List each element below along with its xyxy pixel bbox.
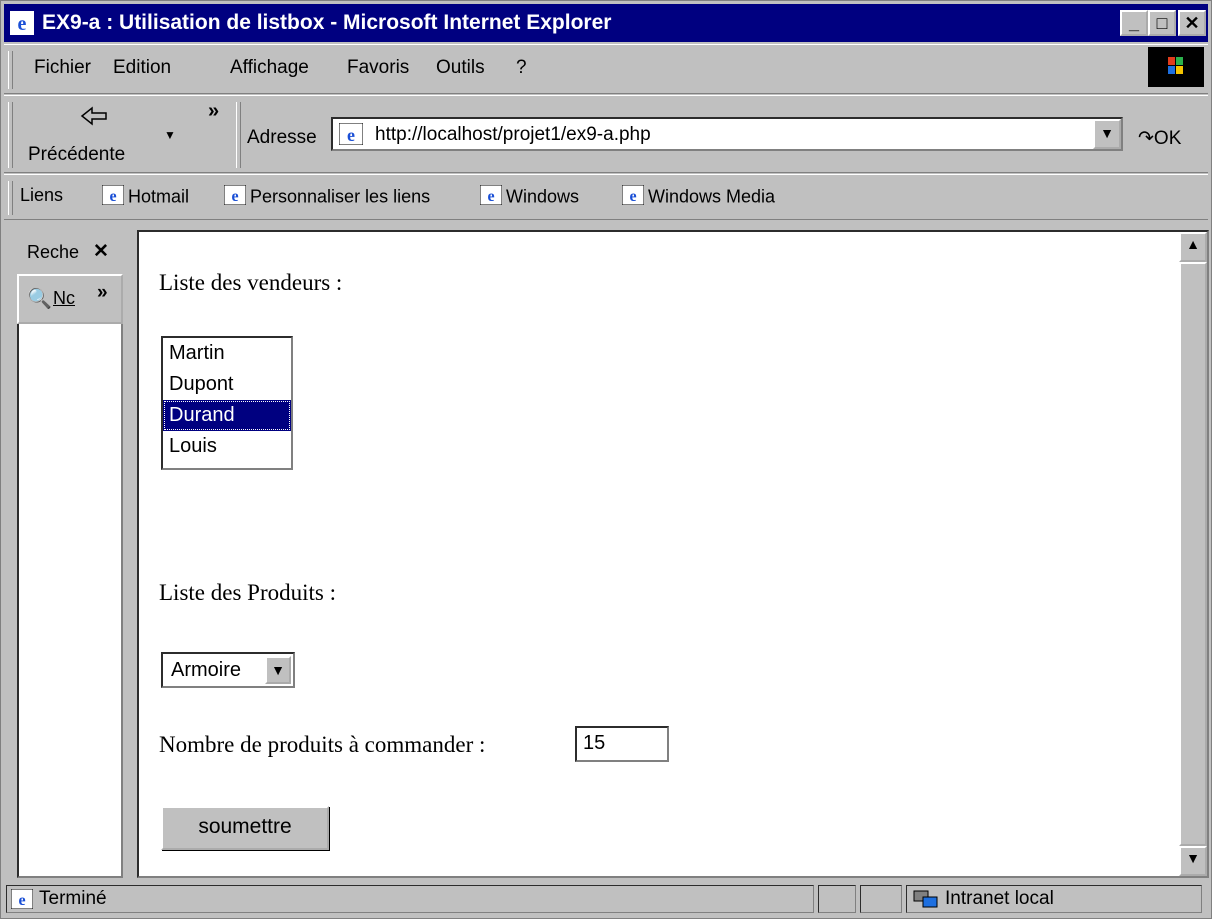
back-button[interactable]: Précédente ▼ [22, 100, 176, 168]
products-selected-value: Armoire [171, 659, 242, 681]
go-button[interactable]: ↷OK [1138, 127, 1181, 150]
scroll-thumb[interactable] [1179, 262, 1207, 846]
back-label: Précédente [28, 144, 126, 165]
search-new-label: Nc [53, 288, 75, 308]
products-select[interactable]: Armoire ▼ [161, 652, 295, 688]
status-bar: e Terminé Intranet local [4, 882, 1208, 916]
menu-outils[interactable]: Outils [436, 57, 485, 79]
maximize-button[interactable]: □ [1148, 10, 1176, 36]
menu-favoris[interactable]: Favoris [347, 57, 409, 79]
search-pane-title: Reche [27, 242, 80, 262]
vertical-scrollbar[interactable]: ▲ ▼ [1179, 232, 1207, 876]
status-zone: Intranet local [945, 888, 1054, 909]
status-panel [818, 885, 856, 913]
search-magnifier-icon: 🔍 [27, 288, 52, 310]
search-chevron-icon[interactable]: » [97, 282, 108, 304]
status-text: Terminé [39, 888, 107, 909]
status-page-icon: e [11, 889, 33, 909]
links-bar: Liens e Hotmail e Personnaliser les liens … [4, 174, 1208, 220]
links-label: Liens [20, 185, 64, 205]
link-personnaliser[interactable]: e Personnaliser les liens [223, 184, 430, 210]
menu-grip[interactable] [8, 51, 13, 89]
vendors-listbox[interactable]: Martin Dupont Durand Louis [161, 336, 293, 470]
status-main-panel: e Terminé [6, 885, 814, 913]
svg-text:e: e [347, 125, 355, 145]
status-zone-panel: Intranet local [906, 885, 1202, 913]
address-dropdown-icon[interactable]: ▼ [1093, 119, 1121, 149]
link-hotmail[interactable]: e Hotmail [101, 184, 189, 210]
address-input[interactable]: e http://localhost/projet1/ex9-a.php ▼ [331, 117, 1123, 151]
search-new-button[interactable]: 🔍 Nc » [17, 274, 123, 324]
link-ie-icon: e [223, 184, 247, 210]
search-pane [17, 230, 123, 878]
toolbar-grip[interactable] [8, 102, 13, 168]
intranet-icon [913, 890, 938, 908]
vendor-option[interactable]: Martin [163, 338, 291, 369]
vendor-option[interactable]: Louis [163, 431, 291, 462]
svg-text:e: e [487, 188, 494, 205]
link-windows[interactable]: e Windows [479, 184, 579, 210]
browser-window: e EX9-a : Utilisation de listbox - Micro… [0, 0, 1212, 919]
window-title: EX9-a : Utilisation de listbox - Microso… [42, 11, 612, 34]
svg-text:e: e [18, 13, 27, 35]
go-arrow-icon: ↷ [1138, 128, 1154, 149]
menu-help[interactable]: ? [516, 57, 527, 79]
menu-affichage[interactable]: Affichage [230, 57, 309, 79]
toolbar-chevron-icon[interactable]: » [208, 100, 219, 123]
link-ie-icon: e [101, 184, 125, 210]
menu-edition[interactable]: Edition [113, 57, 171, 79]
links-grip[interactable] [8, 181, 13, 215]
page-content: Liste des vendeurs : Martin Dupont Duran… [137, 230, 1209, 878]
scroll-up-icon[interactable]: ▲ [1179, 232, 1207, 262]
address-grip[interactable] [236, 102, 241, 168]
status-panel [860, 885, 902, 913]
submit-button[interactable]: soumettre [161, 806, 329, 850]
navigation-toolbar: Précédente ▼ » Adresse e http://localhos… [4, 95, 1208, 173]
menu-bar: Fichier Edition Affichage Favoris Outils… [4, 44, 1208, 94]
back-dropdown-icon[interactable]: ▼ [164, 128, 176, 142]
search-pane-header: Reche ✕ [17, 230, 125, 274]
vendor-option-selected[interactable]: Durand [163, 400, 291, 431]
products-dropdown-icon[interactable]: ▼ [265, 656, 291, 684]
back-arrow-icon [80, 106, 107, 126]
svg-text:e: e [109, 188, 116, 205]
quantity-input[interactable]: 15 [575, 726, 669, 762]
vendor-option[interactable]: Dupont [163, 369, 291, 400]
svg-text:e: e [231, 188, 238, 205]
ie-logo-icon: e [10, 11, 34, 35]
products-label: Liste des Produits : [159, 580, 336, 605]
svg-text:e: e [629, 188, 636, 205]
search-pane-close-icon[interactable]: ✕ [93, 240, 109, 263]
quantity-label: Nombre de produits à commander : [159, 732, 486, 757]
link-ie-icon: e [479, 184, 503, 210]
scroll-down-icon[interactable]: ▼ [1179, 846, 1207, 876]
close-button[interactable]: ✕ [1178, 10, 1206, 36]
address-label: Adresse [247, 127, 317, 148]
title-bar[interactable]: e EX9-a : Utilisation de listbox - Micro… [4, 4, 1208, 42]
page-icon: e [339, 123, 363, 145]
menu-fichier[interactable]: Fichier [34, 57, 91, 79]
address-url: http://localhost/projet1/ex9-a.php [375, 124, 651, 145]
minimize-button[interactable]: _ [1120, 10, 1148, 36]
link-ie-icon: e [621, 184, 645, 210]
vendors-label: Liste des vendeurs : [159, 270, 343, 295]
windows-logo-icon [1148, 47, 1204, 87]
link-windows-media[interactable]: e Windows Media [621, 184, 775, 210]
svg-text:e: e [18, 892, 25, 909]
